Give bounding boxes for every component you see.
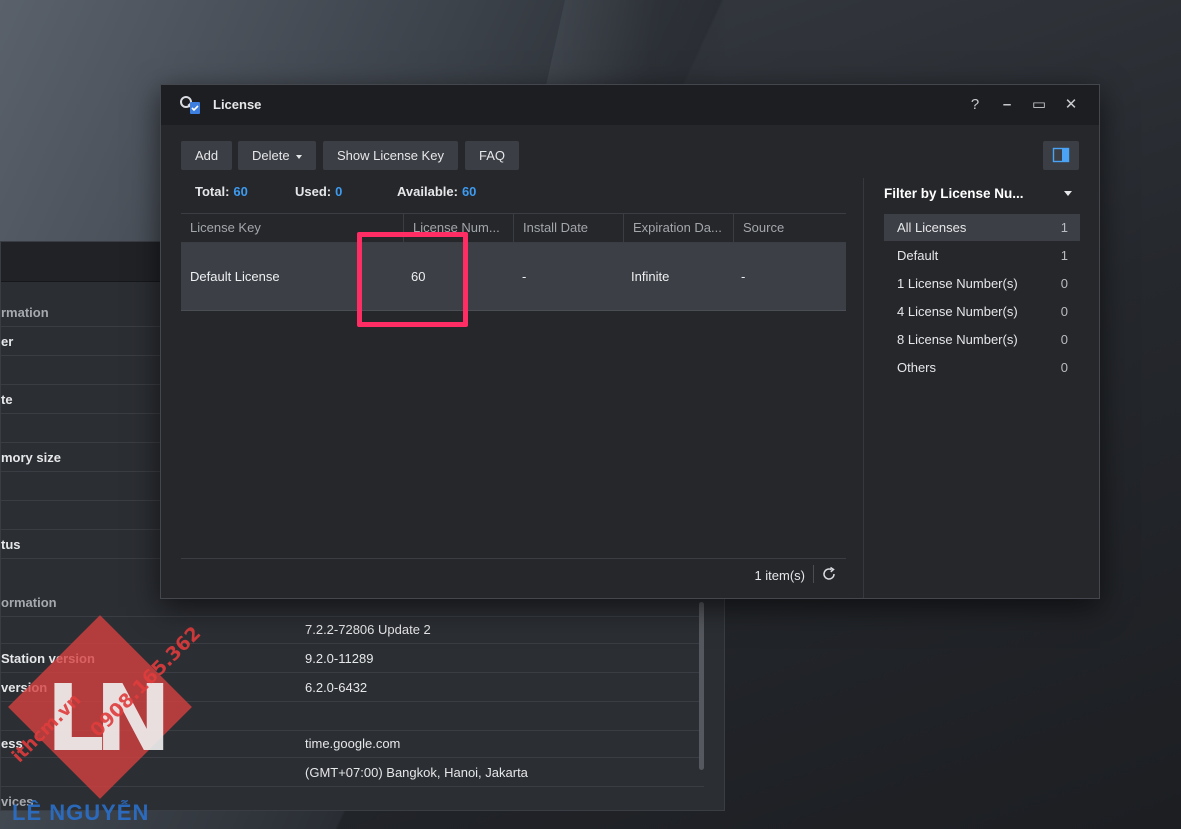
filter-item-count: 1 [1060, 248, 1068, 263]
license-window: License ? – ▭ ✕ Add Delete Show License … [160, 84, 1100, 599]
used-stat: Used: 0 [295, 184, 342, 199]
filter-item-4-license[interactable]: 4 License Number(s) 0 [884, 298, 1080, 325]
info-row: (GMT+07:00) Bangkok, Hanoi, Jakarta [1, 758, 704, 787]
column-header-expiration-date[interactable]: Expiration Da... [624, 214, 734, 242]
panel-toggle-icon [1052, 147, 1070, 163]
used-value: 0 [335, 184, 343, 199]
grid-header: License Key License Num... Install Date … [181, 213, 846, 243]
show-license-key-label: Show License Key [337, 148, 444, 163]
info-row: vices [1, 787, 704, 816]
filter-item-label: Default [897, 248, 939, 263]
filter-item-label: All Licenses [897, 220, 967, 235]
filter-item-label: 4 License Number(s) [897, 304, 1018, 319]
info-row: 7.2.2-72806 Update 2 [1, 615, 704, 644]
minimize-button[interactable]: – [997, 95, 1017, 115]
side-panel-toggle[interactable] [1043, 141, 1079, 170]
add-button[interactable]: Add [181, 141, 233, 170]
help-button[interactable]: ? [965, 95, 985, 115]
info-key: ess [1, 736, 23, 751]
show-license-key-button[interactable]: Show License Key [323, 141, 458, 170]
maximize-button[interactable]: ▭ [1029, 95, 1049, 115]
used-label: Used: [295, 184, 332, 199]
column-header-install-date[interactable]: Install Date [514, 214, 624, 242]
cell-license-key: Default License [190, 269, 280, 284]
refresh-icon[interactable] [820, 565, 838, 583]
available-value: 60 [461, 184, 477, 199]
filter-item-count: 1 [1060, 220, 1068, 235]
filter-item-count: 0 [1060, 276, 1068, 291]
available-label: Available: [397, 184, 458, 199]
info-key: tus [1, 537, 21, 552]
chevron-down-icon[interactable] [1064, 191, 1072, 196]
info-value: (GMT+07:00) Bangkok, Hanoi, Jakarta [305, 765, 528, 780]
table-row[interactable]: Default License 60 - Infinite - [181, 243, 846, 311]
desktop-streak [545, 0, 725, 90]
total-label: Total: [195, 184, 230, 199]
info-key: te [1, 392, 13, 407]
filter-item-others[interactable]: Others 0 [884, 354, 1080, 381]
add-button-label: Add [195, 148, 219, 163]
column-header-source[interactable]: Source [734, 214, 846, 242]
faq-button-label: FAQ [479, 148, 506, 163]
info-value: time.google.com [305, 736, 401, 751]
filter-item-count: 0 [1060, 332, 1068, 347]
info-row [1, 702, 704, 731]
license-key-icon [180, 96, 200, 114]
faq-button[interactable]: FAQ [465, 141, 520, 170]
column-header-license-number[interactable]: License Num... [404, 214, 514, 242]
info-row: Station version 9.2.0-11289 [1, 644, 704, 673]
footer-divider [813, 565, 814, 583]
available-stat: Available: 60 [397, 184, 476, 199]
license-grid: License Key License Num... Install Date … [181, 213, 846, 311]
info-key: er [1, 334, 14, 349]
filter-item-count: 0 [1060, 360, 1068, 375]
cell-expiration-date: Infinite [631, 269, 670, 284]
filter-item-label: 1 License Number(s) [897, 276, 1018, 291]
info-key: Station version [1, 651, 95, 666]
filter-dropdown[interactable]: Filter by License Nu... [884, 186, 1074, 201]
delete-button[interactable]: Delete [238, 141, 316, 170]
cell-source: - [741, 269, 746, 284]
filter-item-label: Others [897, 360, 937, 375]
background-scrollbar[interactable] [699, 602, 704, 770]
info-key: mory size [1, 450, 61, 465]
info-row: ess time.google.com [1, 729, 704, 758]
cell-license-number: 60 [411, 269, 426, 284]
filter-panel: Filter by License Nu... All Licenses 1 De… [863, 178, 1099, 598]
filter-item-count: 0 [1060, 304, 1068, 319]
grid-footer: 1 item(s) [181, 558, 846, 590]
info-key: version [1, 680, 48, 695]
window-title: License [213, 97, 262, 112]
close-button[interactable]: ✕ [1061, 95, 1081, 115]
filter-item-default[interactable]: Default 1 [884, 242, 1080, 269]
cell-install-date: - [522, 269, 527, 284]
filter-item-1-license[interactable]: 1 License Number(s) 0 [884, 270, 1080, 297]
info-value: 9.2.0-11289 [305, 651, 374, 666]
column-header-license-key[interactable]: License Key [181, 214, 404, 242]
total-stat: Total: 60 [195, 184, 248, 199]
info-row: version 6.2.0-6432 [1, 673, 704, 702]
chevron-down-icon [295, 154, 302, 159]
info-section-label: rmation [1, 305, 49, 320]
info-section-label: ormation [1, 595, 57, 610]
filter-item-label: 8 License Number(s) [897, 332, 1018, 347]
filter-item-8-license[interactable]: 8 License Number(s) 0 [884, 326, 1080, 353]
filter-item-all-licenses[interactable]: All Licenses 1 [884, 214, 1080, 241]
info-section-label: vices [1, 794, 34, 809]
info-value: 7.2.2-72806 Update 2 [305, 622, 431, 637]
title-bar[interactable]: License ? – ▭ ✕ [161, 85, 1099, 125]
item-count: 1 item(s) [754, 568, 805, 583]
total-value: 60 [233, 184, 248, 199]
info-value: 6.2.0-6432 [305, 680, 368, 695]
delete-button-label: Delete [252, 148, 290, 163]
